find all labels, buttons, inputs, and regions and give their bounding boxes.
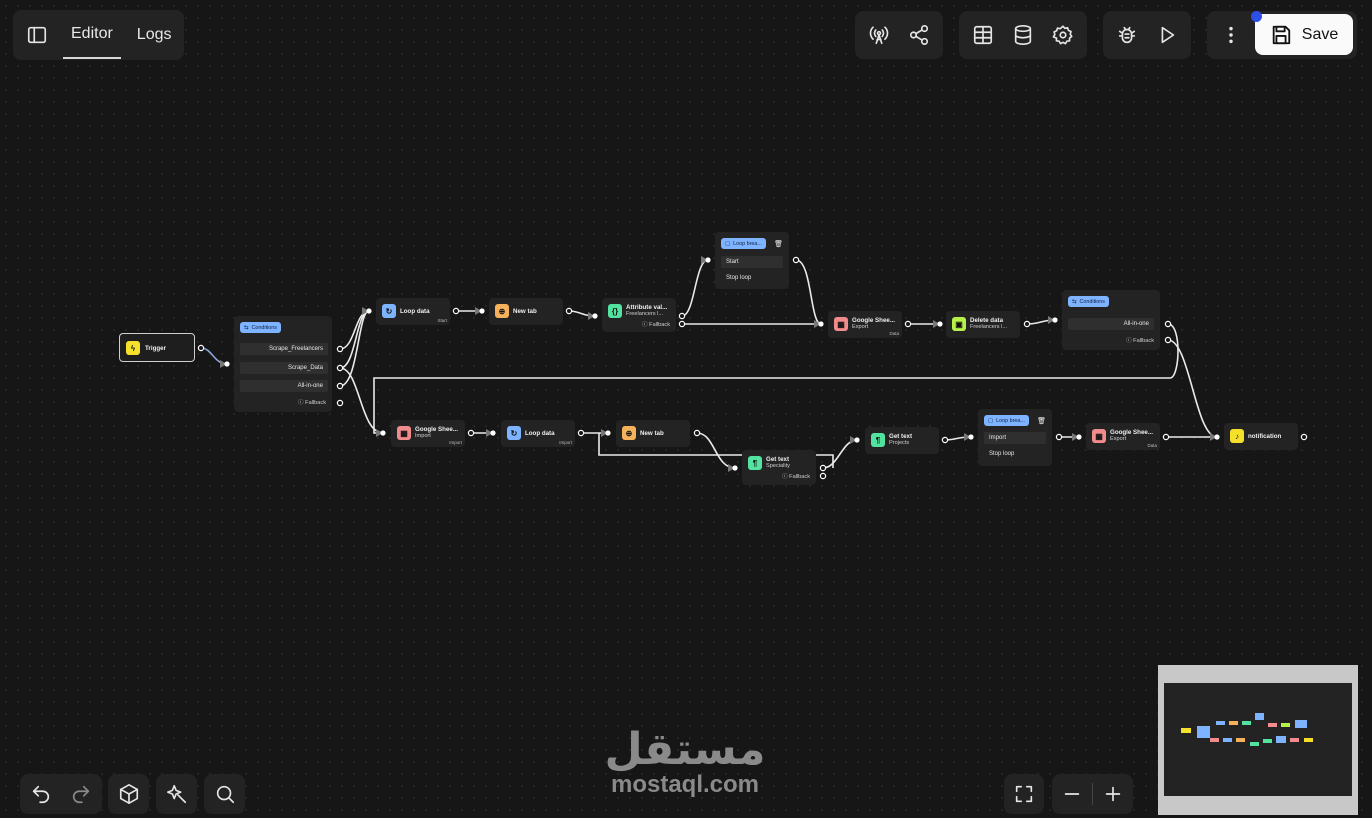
braces-icon: {}: [608, 304, 622, 318]
trigger-node[interactable]: ϟ Trigger: [119, 333, 195, 362]
watermark: مستقل mostaql.com: [598, 728, 772, 798]
paragraph-icon: ¶: [871, 433, 885, 447]
new-tab-node-2[interactable]: ⊕ New tab: [616, 420, 690, 447]
loop-data-node-1[interactable]: ↻ Loop data Start: [376, 298, 450, 325]
minimap-viewport[interactable]: [1164, 683, 1352, 796]
minimap-node: [1216, 721, 1225, 725]
google-sheets-import-node[interactable]: ▦ Google Shee... Import Import: [391, 420, 465, 447]
loop-breakpoint-chip: ▢ Loop brea...: [721, 238, 766, 249]
loop-breakpoint-chip: ▢ Loop brea...: [984, 415, 1029, 426]
minimap-node: [1268, 723, 1277, 727]
magic-wand-icon[interactable]: [157, 774, 197, 814]
minimap-node: [1223, 738, 1232, 742]
trash-icon[interactable]: 🗑: [1037, 417, 1046, 425]
trigger-title: Trigger: [145, 345, 166, 352]
conditions-node-2[interactable]: ⇆ Conditions All-in-one ⓘ Fallback: [1062, 290, 1160, 350]
zoom-panel: [1052, 774, 1133, 814]
minimap-node: [1181, 728, 1191, 733]
minimap-node: [1197, 726, 1210, 738]
globe-icon: ⊕: [495, 304, 509, 318]
fullscreen-panel: [1004, 774, 1044, 814]
condition-row: All-in-one: [240, 380, 328, 392]
conditions-icon: ⇆: [244, 324, 249, 331]
lightning-icon: ϟ: [126, 341, 140, 355]
conditions-chip: ⇆ Conditions: [1068, 296, 1110, 307]
minimap-node: [1229, 721, 1238, 725]
get-text-node-1[interactable]: ¶ Get text Speciality ⓘ Fallback: [742, 450, 816, 485]
conditions-icon: ⇆: [1072, 298, 1077, 305]
delete-data-node[interactable]: ▣ Delete data Freelancers l...: [946, 311, 1020, 338]
condition-row: All-in-one: [1068, 318, 1154, 330]
new-tab-node-1[interactable]: ⊕ New tab: [489, 298, 563, 325]
square-icon: ▢: [988, 417, 994, 424]
package-cube-icon[interactable]: [109, 774, 149, 814]
search-panel: [204, 774, 245, 814]
attribute-value-node[interactable]: {} Attribute val... Freelancers l... ⓘ F…: [602, 298, 676, 332]
zoom-in-icon[interactable]: [1093, 774, 1133, 814]
history-panel: [20, 774, 102, 814]
watermark-latin: mostaql.com: [610, 771, 760, 798]
minimap-node: [1250, 742, 1259, 746]
zoom-out-icon[interactable]: [1052, 774, 1092, 814]
breakpoint-row: Start: [721, 256, 783, 268]
minimap-node: [1276, 736, 1286, 743]
minimap-node: [1242, 721, 1251, 725]
condition-row: Scrape_Freelancers: [240, 343, 328, 355]
trash-bin-icon: ▣: [952, 317, 966, 331]
notification-node[interactable]: ♪ notification: [1224, 423, 1298, 450]
minimap-node: [1281, 723, 1290, 727]
minimap-node: [1255, 713, 1264, 720]
breakpoint-row: Import: [984, 432, 1046, 444]
sheets-icon: ▦: [1092, 429, 1106, 443]
loop-breakpoint-node-2[interactable]: ▢ Loop brea... 🗑 Import Stop loop: [978, 409, 1052, 466]
bell-icon: ♪: [1230, 429, 1244, 443]
get-text-node-2[interactable]: ¶ Get text Projects: [865, 427, 939, 454]
sheets-icon: ▦: [397, 426, 411, 440]
loop-icon: ↻: [507, 426, 521, 440]
minimap-node: [1304, 738, 1313, 742]
breakpoint-row: Stop loop: [989, 451, 1015, 457]
package-panel: [108, 774, 149, 814]
sheets-icon: ▦: [834, 317, 848, 331]
minimap-node: [1263, 739, 1272, 743]
loop-icon: ↻: [382, 304, 396, 318]
conditions-chip: ⇆ Conditions: [240, 322, 282, 333]
google-sheets-export-node-2[interactable]: ▦ Google Shee... Export Data: [1086, 423, 1160, 450]
minimap[interactable]: [1158, 665, 1358, 815]
trash-icon[interactable]: 🗑: [774, 240, 783, 248]
redo-icon[interactable]: [61, 774, 101, 814]
condition-row: Scrape_Data: [240, 362, 328, 374]
minimap-node: [1210, 738, 1219, 742]
google-sheets-export-node-1[interactable]: ▦ Google Shee... Export Data: [828, 311, 902, 338]
square-icon: ▢: [725, 240, 731, 247]
watermark-arabic: مستقل: [604, 724, 766, 775]
minimap-node: [1295, 720, 1307, 728]
loop-data-node-2[interactable]: ↻ Loop data Import: [501, 420, 575, 447]
fallback-label: ⓘ Fallback: [298, 400, 326, 406]
breakpoint-row: Stop loop: [726, 275, 752, 281]
globe-icon: ⊕: [622, 426, 636, 440]
autoarrange-panel: [156, 774, 197, 814]
paragraph-icon: ¶: [748, 456, 762, 470]
minimap-node: [1236, 738, 1245, 742]
fullscreen-icon[interactable]: [1004, 774, 1044, 814]
minimap-node: [1290, 738, 1299, 742]
loop-breakpoint-node-1[interactable]: ▢ Loop brea... 🗑 Start Stop loop: [715, 232, 789, 289]
search-icon[interactable]: [205, 774, 245, 814]
undo-icon[interactable]: [21, 774, 61, 814]
conditions-node-1[interactable]: ⇆ Conditions Scrape_Freelancers Scrape_Da…: [234, 316, 332, 412]
